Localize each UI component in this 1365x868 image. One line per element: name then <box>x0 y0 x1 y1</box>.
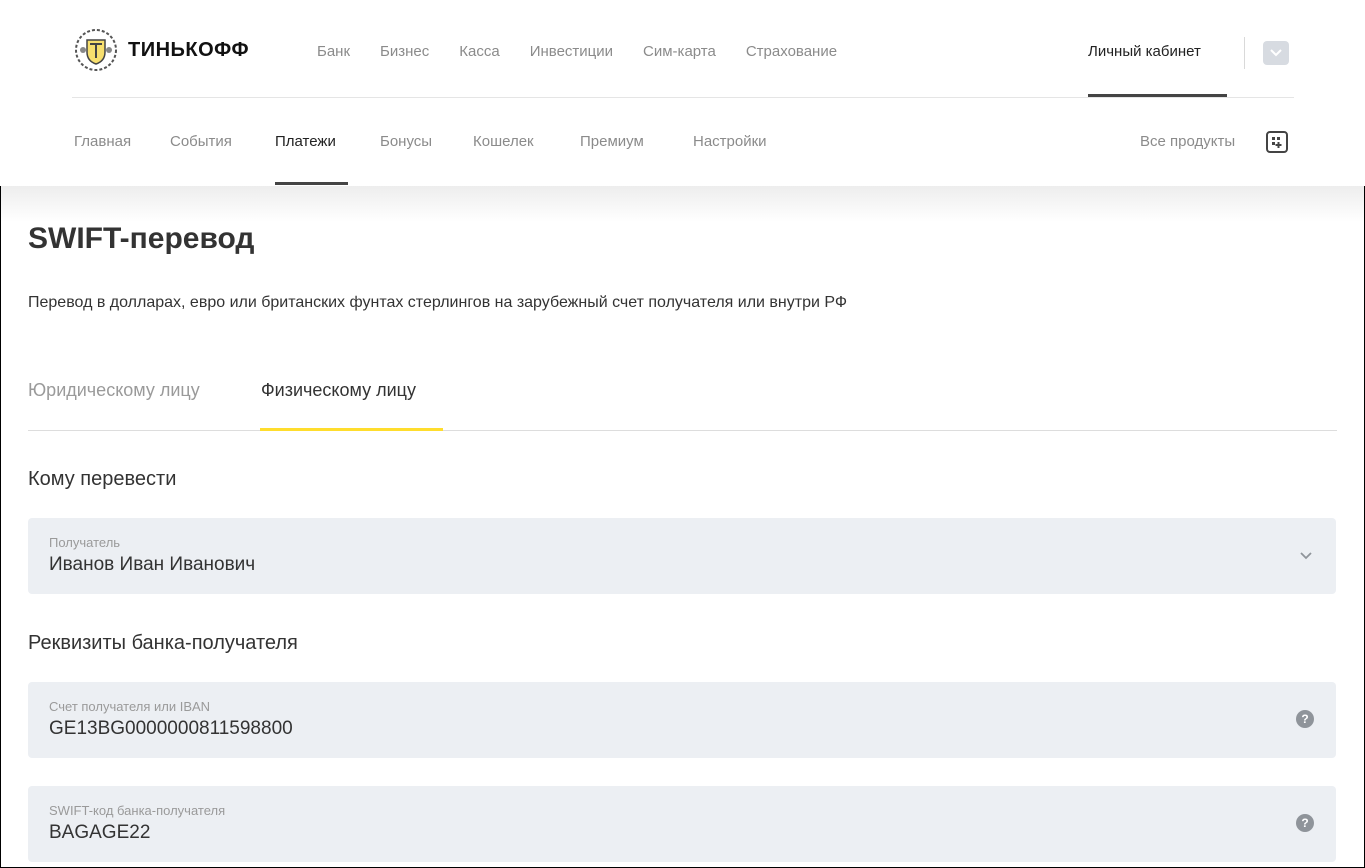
recipient-select[interactable]: Получатель Иванов Иван Иванович <box>28 518 1336 594</box>
add-products-icon[interactable] <box>1265 130 1289 154</box>
account-dropdown-button[interactable] <box>1263 41 1289 65</box>
account-iban-label: Счет получателя или IBAN <box>49 699 211 714</box>
top-menu-item-kassa[interactable]: Касса <box>459 43 499 60</box>
personal-cabinet-link[interactable]: Личный кабинет <box>1088 43 1201 60</box>
sub-menu-item-premium[interactable]: Премиум <box>580 133 644 150</box>
page-description: Перевод в долларах, евро или британских … <box>28 294 848 311</box>
tab-legal-entity[interactable]: Юридическому лицу <box>28 380 200 401</box>
page-title: SWIFT-перевод <box>28 222 255 255</box>
header-divider <box>1244 37 1245 69</box>
tab-individual[interactable]: Физическому лицу <box>261 380 416 401</box>
help-icon[interactable]: ? <box>1296 710 1314 728</box>
swift-code-value[interactable]: BAGAGE22 <box>49 822 150 844</box>
sub-menu-item-bonuses[interactable]: Бонусы <box>380 133 432 150</box>
tab-active-underline <box>260 428 443 431</box>
top-menu: Банк Бизнес Касса Инвестиции Сим-карта С… <box>317 43 867 60</box>
swift-code-field[interactable]: SWIFT-код банка-получателя BAGAGE22 ? <box>28 786 1336 862</box>
top-menu-item-bank[interactable]: Банк <box>317 43 350 60</box>
section-title-recipient: Кому перевести <box>28 468 177 490</box>
logo[interactable]: ТИНЬКОФФ <box>74 28 249 72</box>
sub-menu-item-events[interactable]: События <box>170 133 232 150</box>
top-menu-item-business[interactable]: Бизнес <box>380 43 429 60</box>
section-title-bank: Реквизиты банка-получателя <box>28 632 298 654</box>
recipient-value: Иванов Иван Иванович <box>49 554 256 575</box>
account-iban-value[interactable]: GE13BG0000000811598800 <box>49 718 293 740</box>
sub-menu-item-settings[interactable]: Настройки <box>693 133 767 150</box>
header-shadow <box>0 186 1365 222</box>
top-menu-item-insurance[interactable]: Страхование <box>746 43 837 60</box>
account-iban-field[interactable]: Счет получателя или IBAN GE13BG000000081… <box>28 682 1336 758</box>
tabs-divider <box>28 430 1337 431</box>
sub-menu-item-wallet[interactable]: Кошелек <box>473 133 534 150</box>
top-menu-item-sim[interactable]: Сим-карта <box>643 43 716 60</box>
chevron-down-icon[interactable] <box>1298 548 1314 564</box>
swift-code-label: SWIFT-код банка-получателя <box>49 803 226 818</box>
help-icon[interactable]: ? <box>1296 814 1314 832</box>
top-menu-item-investments[interactable]: Инвестиции <box>530 43 613 60</box>
header-separator <box>72 97 1294 98</box>
sub-menu-item-payments[interactable]: Платежи <box>275 133 336 150</box>
sub-menu-item-main[interactable]: Главная <box>74 133 131 150</box>
header: ТИНЬКОФФ Банк Бизнес Касса Инвестиции Си… <box>0 0 1365 186</box>
sub-menu-active-underline <box>275 182 348 185</box>
tinkoff-emblem-icon <box>75 29 117 71</box>
recipient-label: Получатель <box>49 535 121 550</box>
logo-text: ТИНЬКОФФ <box>128 38 250 61</box>
chevron-down-icon <box>1270 49 1282 57</box>
all-products-link[interactable]: Все продукты <box>1140 133 1235 150</box>
